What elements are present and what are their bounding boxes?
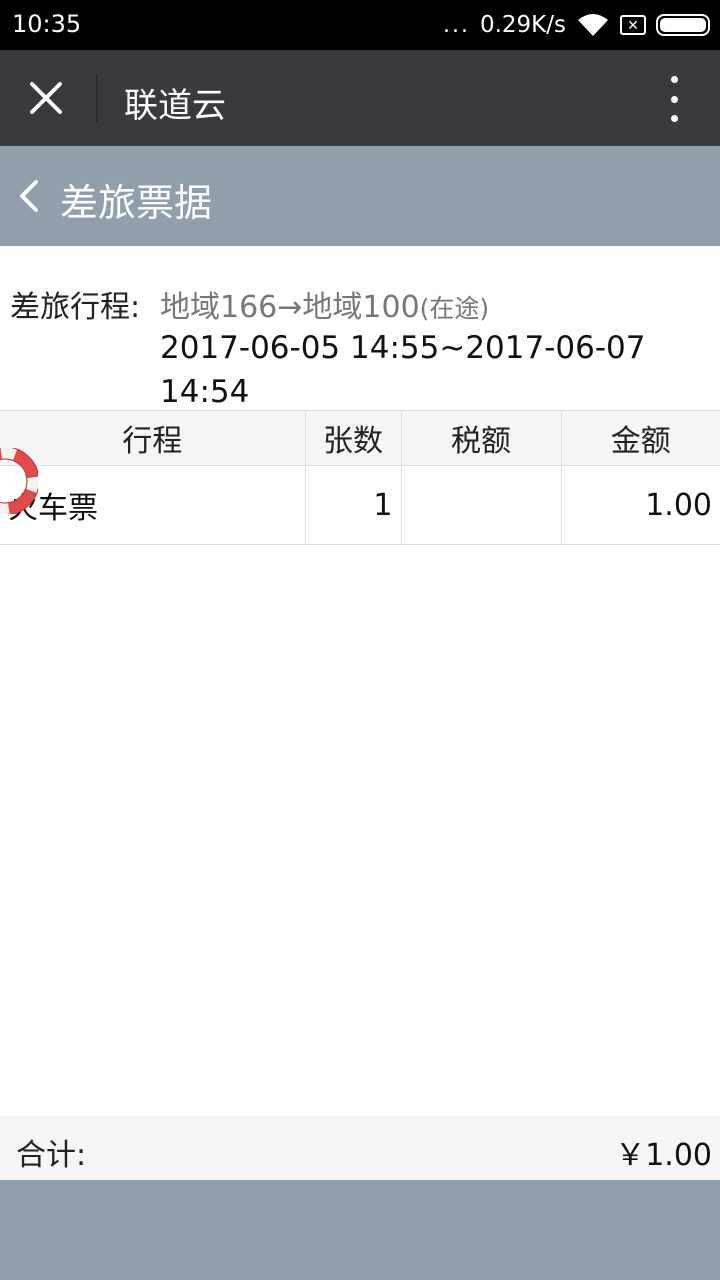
total-label: 合计:	[16, 1138, 87, 1173]
wifi-icon	[578, 14, 608, 36]
trip-route: 地域166→地域100(在途)	[160, 282, 489, 326]
page-header: 差旅票据	[0, 146, 720, 246]
table-header-row: 行程 张数 税额 金额	[0, 410, 720, 466]
trip-status: (在途)	[419, 294, 490, 323]
header-amount: 金额	[560, 410, 720, 466]
lifebuoy-icon[interactable]	[0, 448, 38, 514]
trip-route-text: 地域166→地域100	[160, 290, 420, 325]
battery-icon	[656, 14, 710, 36]
cell-trip: 火车票	[0, 465, 306, 545]
bottom-bar	[0, 1180, 720, 1280]
total-amount: ￥1.00	[615, 1138, 712, 1173]
chevron-left-icon[interactable]	[14, 176, 44, 216]
header-tax: 税额	[400, 410, 562, 466]
more-vertical-icon[interactable]	[664, 76, 684, 122]
close-icon[interactable]	[22, 74, 70, 122]
notification-dots: ...	[442, 12, 470, 38]
trip-info: 差旅行程: 地域166→地域100(在途) 2017-06-05 14:55~2…	[0, 246, 720, 410]
cell-count: 1	[304, 465, 402, 545]
total-bar: 合计: ￥1.00	[0, 1116, 720, 1180]
trip-dates: 2017-06-05 14:55~2017-06-07 14:54	[160, 330, 646, 410]
header-trip: 行程	[0, 410, 306, 466]
cell-amount: 1.00	[560, 465, 720, 545]
status-time: 10:35	[12, 10, 82, 38]
status-indicators: ... 0.29K/s ✕	[443, 8, 710, 42]
header-divider	[96, 74, 98, 122]
trip-label: 差旅行程:	[10, 290, 141, 325]
header-count: 张数	[304, 410, 402, 466]
cell-tax	[400, 465, 562, 545]
status-bar: 10:35 ... 0.29K/s ✕	[0, 0, 720, 50]
app-title: 联道云	[124, 86, 226, 126]
no-sim-icon: ✕	[620, 15, 646, 35]
page-title: 差旅票据	[60, 181, 213, 225]
wechat-header: 联道云	[0, 50, 720, 146]
ticket-table: 行程 张数 税额 金额 火车票 1 1.00	[0, 410, 720, 545]
network-speed: 0.29K/s	[479, 12, 566, 38]
table-row[interactable]: 火车票 1 1.00	[0, 465, 720, 545]
